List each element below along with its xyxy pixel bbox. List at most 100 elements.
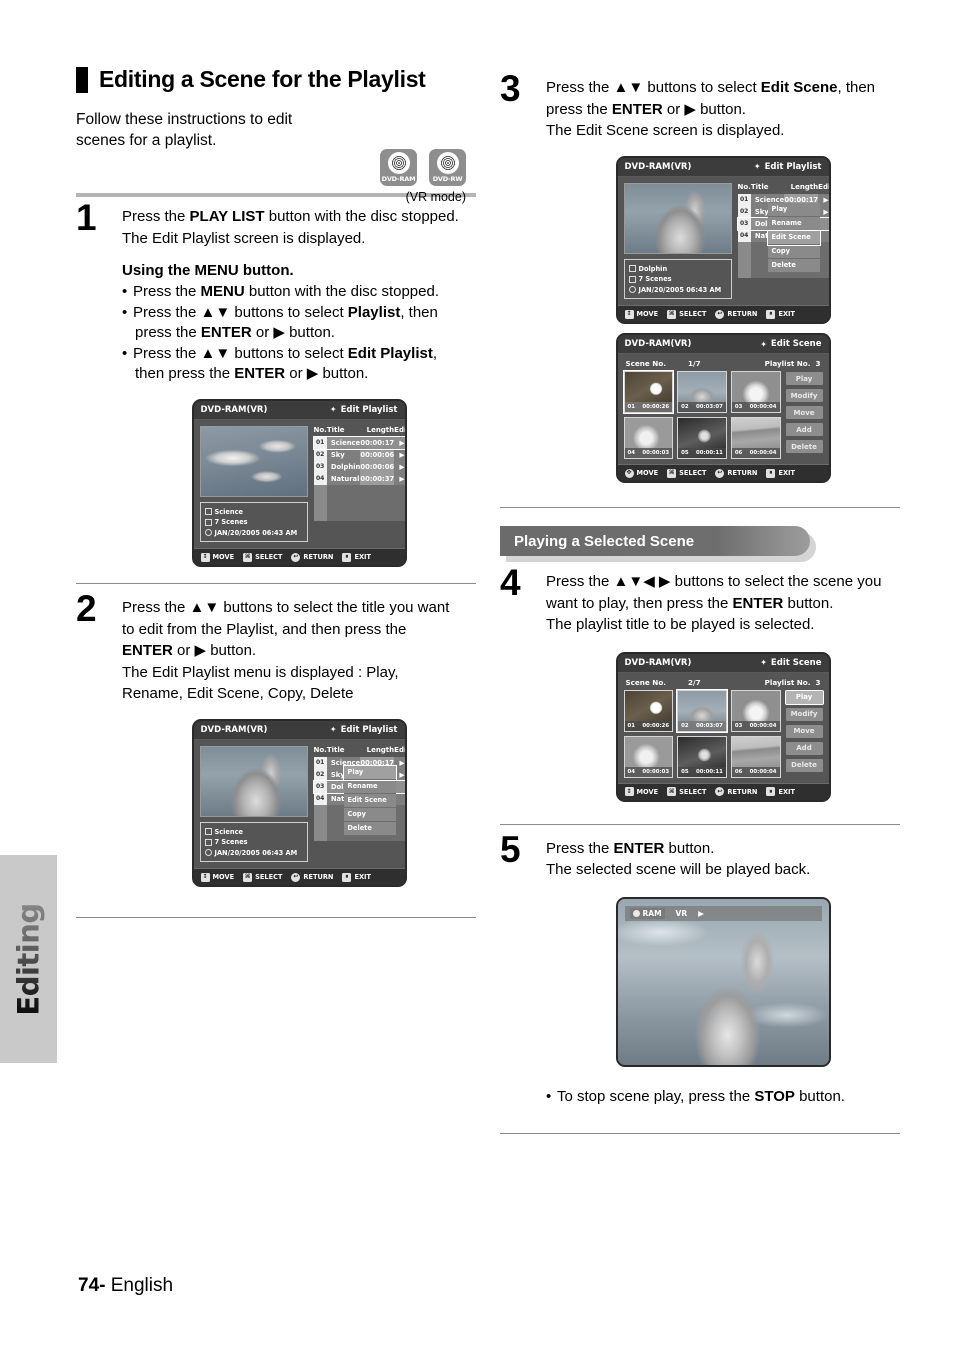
- table-row[interactable]: 02 Sky 00:00:06 ▶: [313, 448, 405, 461]
- step-2-line4: The Edit Playlist menu is displayed : Pl…: [122, 663, 399, 681]
- scene-thumbnail[interactable]: 01 00:00:26: [622, 370, 675, 414]
- modify-button[interactable]: Modify: [785, 389, 823, 402]
- screen4-titlebar: DVD-RAM(VR) ✦ Edit Scene: [617, 335, 829, 354]
- menu-item-delete[interactable]: Delete: [767, 258, 820, 273]
- screen3-bottom-bar: ↕ MOVE ⌘ SELECT ↩ RETURN ⏸ EXIT: [617, 305, 829, 322]
- add-button[interactable]: Add: [785, 423, 823, 436]
- step-4: 4 Press the ▲▼◀ ▶ buttons to select the …: [500, 564, 900, 802]
- title-icon: [204, 508, 212, 516]
- menu-item-copy[interactable]: Copy: [343, 807, 396, 822]
- scene-thumbnail[interactable]: 05 00:00:11: [677, 735, 727, 778]
- play-button[interactable]: Play: [785, 372, 823, 385]
- step-4-line2: want to play, then press the ENTER butto…: [546, 594, 834, 612]
- menu-item-play[interactable]: Play: [342, 764, 397, 781]
- menu-item-edit-scene[interactable]: Edit Scene: [766, 229, 821, 246]
- menu-item-edit-scene[interactable]: Edit Scene: [343, 793, 396, 808]
- menu-item-delete[interactable]: Delete: [343, 821, 396, 836]
- delete-button[interactable]: Delete: [785, 440, 823, 453]
- screen2-edit-menu: Play Rename Edit Scene Copy Delete: [342, 764, 397, 836]
- scene-thumbnail[interactable]: 04 00:00:03: [623, 417, 674, 459]
- bottombar-exit[interactable]: ⏸ EXIT: [766, 468, 795, 478]
- bottombar-select[interactable]: ⌘ SELECT: [667, 787, 706, 796]
- screen3-thumbnail: [623, 182, 732, 254]
- scene-thumbnail[interactable]: 04 00:00:03: [623, 735, 674, 778]
- screen-playback: RAM VR ▶: [615, 896, 831, 1067]
- scene-thumbnail[interactable]: 06 00:00:04: [730, 735, 781, 778]
- move-button[interactable]: Move: [785, 724, 823, 738]
- table-row[interactable]: 01 Science 00:00:17 ▶: [312, 435, 405, 450]
- bottombar-return[interactable]: ↩ RETURN: [291, 552, 333, 562]
- bottombar-select[interactable]: ⌘ SELECT: [667, 309, 706, 319]
- step-1-line2: The Edit Playlist screen is displayed.: [122, 229, 366, 247]
- screen4-mode-label: Edit Scene: [770, 339, 822, 349]
- bottombar-move[interactable]: ↕ MOVE: [200, 872, 234, 882]
- scene-thumbnail[interactable]: 03 00:00:04: [730, 371, 781, 413]
- clock-icon: [204, 849, 212, 857]
- bottombar-exit[interactable]: ⏸ EXIT: [766, 787, 795, 796]
- scene-thumbnail[interactable]: 02 00:03:07: [676, 688, 728, 733]
- bottombar-exit[interactable]: ⏸ EXIT: [766, 309, 795, 319]
- scene-thumbnail[interactable]: 01 00:00:26: [623, 689, 674, 732]
- bottombar-return[interactable]: ↩ RETURN: [291, 872, 333, 882]
- screen2-mode-label: Edit Playlist: [340, 724, 398, 735]
- screen1-info-box: Science 7 Scenes JAN/20/2005 06:43 AM: [199, 501, 308, 542]
- screen3-edit-menu: Play Rename Edit Scene Copy Delete: [766, 202, 821, 273]
- table-header-row: No. Title Length Edit: [738, 183, 829, 194]
- menu-item-rename[interactable]: Rename: [343, 779, 396, 794]
- return-arrow-icon: ↩: [715, 309, 725, 319]
- bottombar-select[interactable]: ⌘ SELECT: [243, 872, 282, 882]
- screen4-scene-grid: 01 00:00:26 02 00:03:07 03 00:00:04 04 00:00…: [622, 370, 781, 459]
- exit-icon: ⏸: [342, 872, 352, 882]
- table-header-row: No. Title Length Edit: [314, 745, 405, 757]
- col-edit: Edit: [394, 425, 407, 434]
- screen1-mode-label: Edit Playlist: [340, 404, 398, 415]
- screen4-action-buttons: Play Modify Move Add Delete: [785, 371, 823, 459]
- menu-item-copy[interactable]: Copy: [767, 244, 820, 259]
- scene-thumbnail[interactable]: 05 00:00:11: [677, 417, 727, 459]
- playlist-no-label: Playlist No.: [764, 359, 811, 368]
- bottombar-select[interactable]: ⌘ SELECT: [243, 552, 282, 562]
- menu-item-rename[interactable]: Rename: [767, 216, 820, 231]
- bottombar-exit[interactable]: ⏸ EXIT: [342, 552, 371, 562]
- col-title: Title: [326, 745, 345, 754]
- title-icon: [204, 828, 212, 836]
- bottombar-move[interactable]: ↕ MOVE: [624, 787, 658, 796]
- screen3-disc-label: DVD-RAM(VR): [624, 161, 692, 172]
- disc-compatibility: DVD-RAM DVD-RW (VR mode): [380, 149, 466, 204]
- manual-page: Editing Editing a Scene for the Playlist…: [0, 0, 954, 1349]
- scene-no-value: 2/7: [688, 677, 701, 687]
- divider: [76, 917, 476, 918]
- step-3-number: 3: [500, 68, 521, 109]
- modify-button[interactable]: Modify: [785, 707, 823, 721]
- screen5-action-buttons: Play Modify Move Add Delete: [784, 689, 824, 778]
- col-no: No.: [313, 425, 327, 434]
- bottombar-exit[interactable]: ⏸ EXIT: [342, 872, 371, 882]
- add-button[interactable]: Add: [785, 741, 823, 755]
- screen5-bottom-bar: ↕ MOVE ⌘ SELECT ↩ RETURN ⏸ EXIT: [617, 782, 829, 800]
- scene-thumbnail[interactable]: 02 00:03:07: [677, 371, 727, 413]
- scenes-icon: [204, 838, 212, 846]
- bottombar-select[interactable]: ⌘ SELECT: [667, 468, 706, 478]
- dvd-ram-logo-icon: DVD-RAM: [380, 149, 417, 186]
- return-arrow-icon: ↩: [715, 468, 725, 478]
- scene-thumbnail[interactable]: 03 00:00:04: [730, 689, 781, 732]
- return-arrow-icon: ↩: [715, 787, 725, 796]
- play-button[interactable]: Play: [784, 689, 824, 705]
- step-2-line1: Press the ▲▼ buttons to select the title…: [122, 599, 450, 616]
- table-row[interactable]: 04 Natural 00:00:37 ▶: [313, 472, 405, 485]
- table-row[interactable]: 03 Dolphin 00:00:06 ▶: [313, 460, 405, 473]
- bottombar-move[interactable]: ↕ MOVE: [200, 552, 234, 562]
- bottombar-move[interactable]: ↕ MOVE: [624, 309, 658, 319]
- bottombar-return[interactable]: ↩ RETURN: [715, 309, 757, 319]
- bottombar-move[interactable]: ✥ MOVE: [624, 468, 658, 478]
- menu-item-play[interactable]: Play: [767, 202, 820, 217]
- bottombar-return[interactable]: ↩ RETURN: [715, 468, 757, 478]
- move-button[interactable]: Move: [785, 406, 823, 419]
- updown-arrows-icon: ↕: [624, 309, 634, 319]
- scene-thumbnail[interactable]: 06 00:00:04: [730, 417, 781, 459]
- screen5-titlebar: DVD-RAM(VR) ✦ Edit Scene: [617, 653, 829, 673]
- bottombar-return[interactable]: ↩ RETURN: [715, 787, 757, 796]
- exit-icon: ⏸: [766, 787, 776, 796]
- delete-button[interactable]: Delete: [785, 758, 823, 772]
- screen4-scene-header: Scene No. 1/7 Playlist No. 3: [617, 354, 829, 371]
